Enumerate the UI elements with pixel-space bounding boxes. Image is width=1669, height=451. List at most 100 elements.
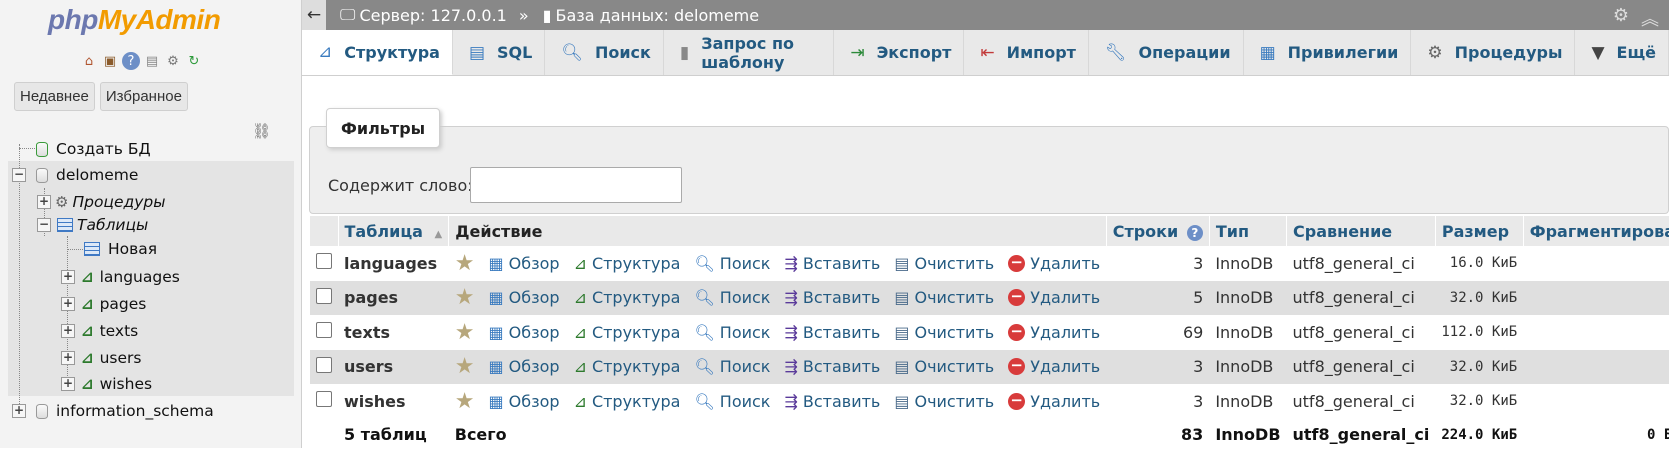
tree-item-table[interactable]: + ⊿ wishes — [61, 371, 152, 397]
favorite-star-icon[interactable]: ★ — [455, 320, 475, 345]
empty-action[interactable]: ▤ Очистить — [894, 254, 994, 273]
expand-icon[interactable]: + — [12, 404, 26, 418]
empty-action[interactable]: ▤ Очистить — [894, 357, 994, 376]
drop-action[interactable]: − Удалить — [1008, 392, 1100, 411]
breadcrumb-server[interactable]: 🖵 Сервер: 127.0.0.1 — [340, 5, 507, 25]
row-checkbox[interactable] — [316, 322, 332, 339]
tree-item-tables[interactable]: − Таблицы — [37, 212, 148, 238]
favorite-star-icon[interactable]: ★ — [455, 354, 475, 379]
favorite-star-icon[interactable]: ★ — [455, 389, 475, 414]
search-action[interactable]: 🔍︎ Поиск — [694, 392, 770, 411]
filter-input[interactable] — [470, 167, 682, 203]
header-rows[interactable]: Строки ? — [1106, 216, 1210, 246]
drop-action[interactable]: − Удалить — [1008, 323, 1100, 342]
table-name-link[interactable]: texts — [338, 315, 449, 350]
drop-action[interactable]: − Удалить — [1008, 288, 1100, 307]
drop-action[interactable]: − Удалить — [1008, 254, 1100, 273]
drop-action[interactable]: − Удалить — [1008, 357, 1100, 376]
collapse-icon[interactable]: − — [12, 168, 26, 182]
row-checkbox[interactable] — [316, 253, 332, 270]
empty-action[interactable]: ▤ Очистить — [894, 323, 994, 342]
expand-icon[interactable]: + — [37, 195, 51, 209]
empty-action[interactable]: ▤ Очистить — [894, 392, 994, 411]
tab-structure[interactable]: ⊿ Структура — [302, 30, 453, 75]
settings-icon[interactable]: ⚙ — [164, 52, 182, 70]
insert-action[interactable]: ⇶ Вставить — [784, 357, 880, 376]
tab-operations[interactable]: 🔧︎ Операции — [1088, 30, 1244, 75]
insert-action[interactable]: ⇶ Вставить — [784, 323, 880, 342]
table-name-link[interactable]: pages — [338, 280, 449, 315]
tab-import[interactable]: ⇤ Импорт — [964, 30, 1089, 75]
favorite-star-icon[interactable]: ★ — [455, 285, 475, 310]
header-size[interactable]: Размер — [1435, 216, 1524, 246]
search-action[interactable]: 🔍︎ Поиск — [694, 254, 770, 273]
insert-action[interactable]: ⇶ Вставить — [784, 254, 880, 273]
reload-icon[interactable]: ↻ — [185, 52, 203, 70]
search-action[interactable]: 🔍︎ Поиск — [694, 288, 770, 307]
structure-action[interactable]: ⊿ Структура — [574, 357, 681, 376]
structure-action[interactable]: ⊿ Структура — [574, 392, 681, 411]
tab-more[interactable]: ▼ Ещё — [1575, 30, 1669, 75]
tab-query[interactable]: ▮ Запрос по шаблону — [663, 30, 835, 75]
tree-item-new-table[interactable]: Новая — [84, 236, 157, 262]
browse-action[interactable]: ▦ Обзор — [488, 323, 559, 342]
tab-privileges[interactable]: ▦ Привилегии — [1243, 30, 1412, 75]
expand-icon[interactable]: + — [61, 297, 75, 311]
tab-search[interactable]: 🔍︎ Поиск — [545, 30, 664, 75]
table-size[interactable]: 32.0 КиБ — [1435, 384, 1524, 419]
collapse-up-icon[interactable]: ︽ — [1641, 5, 1659, 31]
collapse-nav-arrow-icon[interactable]: ← — [302, 0, 326, 30]
browse-action[interactable]: ▦ Обзор — [488, 357, 559, 376]
table-size[interactable]: 32.0 КиБ — [1435, 280, 1524, 315]
structure-action[interactable]: ⊿ Структура — [574, 288, 681, 307]
structure-action[interactable]: ⊿ Структура — [574, 323, 681, 342]
row-checkbox[interactable] — [316, 356, 332, 373]
row-checkbox[interactable] — [316, 287, 332, 304]
collapse-icon[interactable]: − — [37, 218, 51, 232]
tab-sql[interactable]: ▤ SQL — [452, 30, 546, 75]
header-table[interactable]: Таблица ▲ — [338, 216, 450, 246]
header-collation[interactable]: Сравнение — [1286, 216, 1436, 246]
expand-icon[interactable]: + — [61, 377, 75, 391]
exit-icon[interactable]: ▣ — [101, 52, 119, 70]
tree-item-db-information-schema[interactable]: + information_schema — [12, 398, 214, 424]
table-name-link[interactable]: languages — [338, 246, 449, 281]
row-checkbox[interactable] — [316, 391, 332, 408]
table-size[interactable]: 32.0 КиБ — [1435, 349, 1524, 384]
tab-procedures[interactable]: ⚙ Процедуры — [1411, 30, 1576, 75]
search-action[interactable]: 🔍︎ Поиск — [694, 323, 770, 342]
tree-item-db-delomeme[interactable]: − delomeme — [12, 162, 138, 188]
tree-item-table[interactable]: + ⊿ texts — [61, 318, 138, 344]
expand-icon[interactable]: + — [61, 351, 75, 365]
table-size[interactable]: 16.0 КиБ — [1435, 246, 1524, 281]
phpmyadmin-logo[interactable]: phpMyAdmin — [48, 4, 221, 36]
tree-item-table[interactable]: + ⊿ pages — [61, 291, 146, 317]
browse-action[interactable]: ▦ Обзор — [488, 392, 559, 411]
favorite-star-icon[interactable]: ★ — [455, 251, 475, 276]
browse-action[interactable]: ▦ Обзор — [488, 288, 559, 307]
expand-icon[interactable]: + — [61, 324, 75, 338]
link-icon[interactable]: ⛓ — [252, 122, 271, 140]
search-action[interactable]: 🔍︎ Поиск — [694, 357, 770, 376]
help-icon[interactable]: ? — [1186, 224, 1203, 241]
table-name-link[interactable]: wishes — [338, 384, 449, 419]
help-icon[interactable]: ? — [122, 52, 140, 70]
expand-icon[interactable]: + — [61, 270, 75, 284]
header-overhead[interactable]: Фрагментировано — [1523, 216, 1669, 246]
empty-action[interactable]: ▤ Очистить — [894, 288, 994, 307]
breadcrumb-database[interactable]: ▮ База данных: delomeme — [543, 6, 759, 25]
docs-icon[interactable]: ▤ — [143, 52, 161, 70]
favorites-button[interactable]: Избранное — [99, 82, 188, 111]
settings-icon[interactable]: ⚙ — [1613, 5, 1629, 31]
browse-action[interactable]: ▦ Обзор — [488, 254, 559, 273]
insert-action[interactable]: ⇶ Вставить — [784, 392, 880, 411]
table-size[interactable]: 112.0 КиБ — [1435, 315, 1524, 350]
recent-button[interactable]: Недавнее — [14, 82, 95, 111]
insert-action[interactable]: ⇶ Вставить — [784, 288, 880, 307]
tree-item-table[interactable]: + ⊿ languages — [61, 264, 180, 290]
tab-export[interactable]: ⇥ Экспорт — [834, 30, 965, 75]
header-type[interactable]: Тип — [1209, 216, 1288, 246]
table-name-link[interactable]: users — [338, 349, 449, 384]
home-icon[interactable]: ⌂ — [80, 52, 98, 70]
tree-item-table[interactable]: + ⊿ users — [61, 345, 141, 371]
